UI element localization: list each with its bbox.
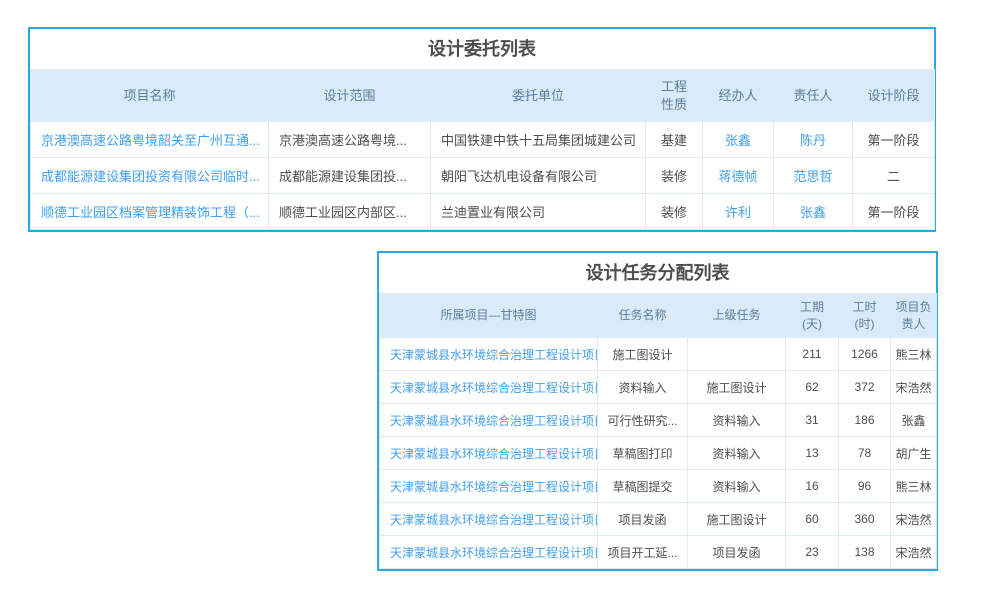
cell-manager: 宋浩然 — [891, 371, 937, 404]
table-row: 顺德工业园区档案管理精装饰工程（... 顺德工业园区内部区... 兰迪置业有限公… — [31, 194, 935, 230]
cell-parent-task — [688, 338, 786, 371]
cell-nature: 基建 — [646, 122, 703, 158]
table-row: 成都能源建设集团投资有限公司临时... 成都能源建设集团投... 朝阳飞达机电设… — [31, 158, 935, 194]
table-row: 天津蒙城县水环境综合治理工程设计项目 项目发函 施工图设计 60 360 宋浩然 — [380, 503, 937, 536]
design-commission-panel: 设计委托列表 项目名称 设计范围 委托单位 工程 性质 经办人 责任人 设计阶段… — [28, 27, 936, 232]
column-header-gantt-project: 所属项目—甘特图 — [380, 294, 598, 338]
cell-duration: 62 — [786, 371, 839, 404]
project-link[interactable]: 成都能源建设集团投资有限公司临时... — [31, 158, 269, 194]
design-task-assignment-panel: 设计任务分配列表 所属项目—甘特图 任务名称 上级任务 工期 (天) 工时 (时… — [377, 251, 938, 571]
project-link[interactable]: 天津蒙城县水环境综合治理工程设计项目 — [380, 371, 598, 404]
cell-manager: 宋浩然 — [891, 503, 937, 536]
column-header-handler: 经办人 — [703, 70, 774, 122]
column-header-duration: 工期 (天) — [786, 294, 839, 338]
cell-duration: 60 — [786, 503, 839, 536]
cell-task-name: 草稿图提交 — [598, 470, 688, 503]
cell-manager: 胡广生 — [891, 437, 937, 470]
cell-nature: 装修 — [646, 194, 703, 230]
cell-hours: 1266 — [839, 338, 891, 371]
owner-link[interactable]: 张鑫 — [774, 194, 853, 230]
cell-parent-task: 项目发函 — [688, 536, 786, 569]
cell-task-name: 项目发函 — [598, 503, 688, 536]
commission-header-row: 项目名称 设计范围 委托单位 工程 性质 经办人 责任人 设计阶段 — [31, 70, 935, 122]
task-table: 所属项目—甘特图 任务名称 上级任务 工期 (天) 工时 (时) 项目负 责人 … — [379, 293, 937, 569]
column-header-parent-task: 上级任务 — [688, 294, 786, 338]
owner-link[interactable]: 范思哲 — [774, 158, 853, 194]
column-header-project: 项目名称 — [31, 70, 269, 122]
cell-client: 朝阳飞达机电设备有限公司 — [431, 158, 646, 194]
cell-scope: 京港澳高速公路粤境... — [269, 122, 431, 158]
table-row: 天津蒙城县水环境综合治理工程设计项目 可行性研究... 资料输入 31 186 … — [380, 404, 937, 437]
cell-parent-task: 施工图设计 — [688, 503, 786, 536]
column-header-client: 委托单位 — [431, 70, 646, 122]
handler-link[interactable]: 张鑫 — [703, 122, 774, 158]
handler-link[interactable]: 蒋德帧 — [703, 158, 774, 194]
column-header-owner: 责任人 — [774, 70, 853, 122]
project-link[interactable]: 天津蒙城县水环境综合治理工程设计项目 — [380, 404, 598, 437]
table-row: 京港澳高速公路粤境韶关至广州互通... 京港澳高速公路粤境... 中国铁建中铁十… — [31, 122, 935, 158]
cell-nature: 装修 — [646, 158, 703, 194]
commission-table-title: 设计委托列表 — [30, 29, 934, 69]
cell-stage: 第一阶段 — [853, 122, 935, 158]
cell-hours: 78 — [839, 437, 891, 470]
column-header-nature: 工程 性质 — [646, 70, 703, 122]
cell-client: 兰迪置业有限公司 — [431, 194, 646, 230]
column-header-scope: 设计范围 — [269, 70, 431, 122]
project-link[interactable]: 京港澳高速公路粤境韶关至广州互通... — [31, 122, 269, 158]
cell-duration: 13 — [786, 437, 839, 470]
cell-stage: 二 — [853, 158, 935, 194]
task-table-title: 设计任务分配列表 — [379, 253, 936, 293]
cell-parent-task: 施工图设计 — [688, 371, 786, 404]
handler-link[interactable]: 许利 — [703, 194, 774, 230]
cell-task-name: 施工图设计 — [598, 338, 688, 371]
column-header-manager: 项目负 责人 — [891, 294, 937, 338]
cell-manager: 熊三林 — [891, 338, 937, 371]
cell-manager: 熊三林 — [891, 470, 937, 503]
table-row: 天津蒙城县水环境综合治理工程设计项目 草稿图打印 资料输入 13 78 胡广生 — [380, 437, 937, 470]
cell-hours: 138 — [839, 536, 891, 569]
cell-task-name: 资料输入 — [598, 371, 688, 404]
project-link[interactable]: 天津蒙城县水环境综合治理工程设计项目 — [380, 437, 598, 470]
cell-hours: 360 — [839, 503, 891, 536]
cell-stage: 第一阶段 — [853, 194, 935, 230]
table-row: 天津蒙城县水环境综合治理工程设计项目 草稿图提交 资料输入 16 96 熊三林 — [380, 470, 937, 503]
cell-hours: 372 — [839, 371, 891, 404]
cell-client: 中国铁建中铁十五局集团城建公司 — [431, 122, 646, 158]
cell-manager: 宋浩然 — [891, 536, 937, 569]
cell-hours: 96 — [839, 470, 891, 503]
cell-parent-task: 资料输入 — [688, 437, 786, 470]
cell-duration: 211 — [786, 338, 839, 371]
cell-task-name: 可行性研究... — [598, 404, 688, 437]
project-link[interactable]: 顺德工业园区档案管理精装饰工程（... — [31, 194, 269, 230]
cell-parent-task: 资料输入 — [688, 470, 786, 503]
cell-task-name: 项目开工延... — [598, 536, 688, 569]
cell-scope: 顺德工业园区内部区... — [269, 194, 431, 230]
cell-parent-task: 资料输入 — [688, 404, 786, 437]
owner-link[interactable]: 陈丹 — [774, 122, 853, 158]
table-row: 天津蒙城县水环境综合治理工程设计项目 施工图设计 211 1266 熊三林 — [380, 338, 937, 371]
cell-duration: 31 — [786, 404, 839, 437]
column-header-stage: 设计阶段 — [853, 70, 935, 122]
table-row: 天津蒙城县水环境综合治理工程设计项目 项目开工延... 项目发函 23 138 … — [380, 536, 937, 569]
commission-table: 项目名称 设计范围 委托单位 工程 性质 经办人 责任人 设计阶段 京港澳高速公… — [30, 69, 935, 230]
cell-duration: 23 — [786, 536, 839, 569]
cell-manager: 张鑫 — [891, 404, 937, 437]
cell-hours: 186 — [839, 404, 891, 437]
cell-scope: 成都能源建设集团投... — [269, 158, 431, 194]
column-header-hours: 工时 (时) — [839, 294, 891, 338]
task-header-row: 所属项目—甘特图 任务名称 上级任务 工期 (天) 工时 (时) 项目负 责人 — [380, 294, 937, 338]
cell-duration: 16 — [786, 470, 839, 503]
column-header-task-name: 任务名称 — [598, 294, 688, 338]
cell-task-name: 草稿图打印 — [598, 437, 688, 470]
project-link[interactable]: 天津蒙城县水环境综合治理工程设计项目 — [380, 503, 598, 536]
project-link[interactable]: 天津蒙城县水环境综合治理工程设计项目 — [380, 536, 598, 569]
table-row: 天津蒙城县水环境综合治理工程设计项目 资料输入 施工图设计 62 372 宋浩然 — [380, 371, 937, 404]
project-link[interactable]: 天津蒙城县水环境综合治理工程设计项目 — [380, 470, 598, 503]
project-link[interactable]: 天津蒙城县水环境综合治理工程设计项目 — [380, 338, 598, 371]
